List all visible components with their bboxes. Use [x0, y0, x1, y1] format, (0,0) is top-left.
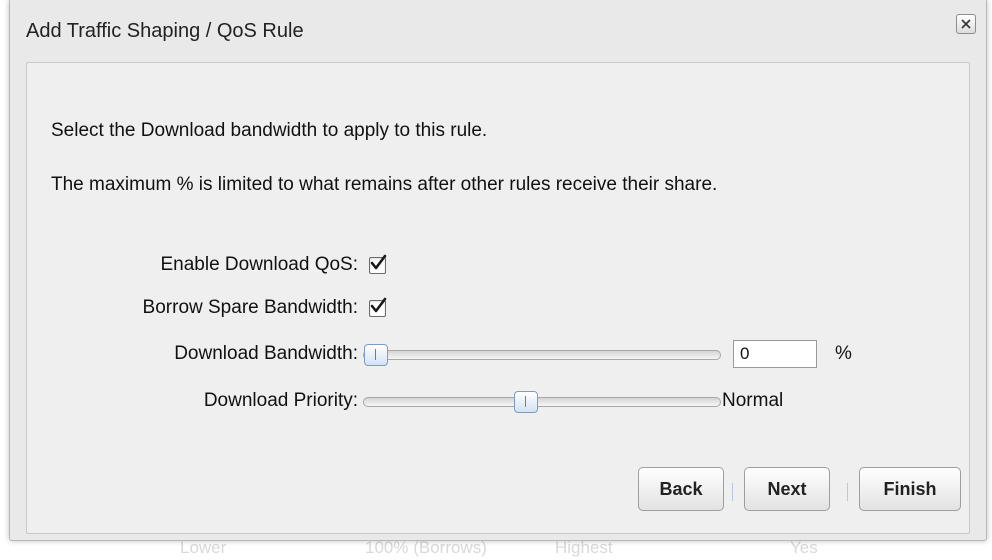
download-bandwidth-slider-handle[interactable]: [364, 344, 388, 366]
background-cell: 100% (Borrows): [365, 538, 487, 557]
limit-note-text: The maximum % is limited to what remains…: [51, 174, 718, 195]
borrow-bandwidth-label: Borrow Spare Bandwidth:: [142, 297, 358, 318]
checkmark-icon: [370, 297, 387, 313]
download-priority-label: Download Priority:: [203, 390, 358, 411]
checkmark-icon: [370, 254, 387, 270]
download-bandwidth-label: Download Bandwidth:: [174, 343, 358, 364]
download-priority-slider-handle[interactable]: [514, 391, 539, 413]
dialog-title: Add Traffic Shaping / QoS Rule: [26, 20, 304, 42]
borrow-bandwidth-checkbox[interactable]: [369, 297, 387, 317]
download-bandwidth-slider[interactable]: [363, 344, 721, 366]
percent-unit: %: [835, 343, 852, 364]
background-cell: Lower: [180, 538, 227, 557]
priority-value-text: Normal: [722, 390, 784, 411]
back-button[interactable]: Back: [638, 467, 724, 511]
background-table-row: Lower 100% (Borrows) Highest Yes: [0, 538, 992, 560]
dialog-titlebar: Add Traffic Shaping / QoS Rule: [10, 0, 986, 62]
background-cell: Highest: [555, 538, 613, 557]
close-button[interactable]: [956, 14, 976, 34]
finish-button[interactable]: Finish: [859, 467, 961, 511]
button-separator: [732, 483, 733, 501]
download-bandwidth-input[interactable]: [733, 340, 817, 368]
instruction-text: Select the Download bandwidth to apply t…: [51, 120, 488, 141]
enable-qos-label: Enable Download QoS:: [160, 254, 358, 275]
qos-rule-dialog: Add Traffic Shaping / QoS Rule Select th…: [9, 0, 987, 541]
enable-qos-checkbox[interactable]: [369, 254, 387, 274]
background-cell: Yes: [790, 538, 818, 557]
download-priority-slider[interactable]: [363, 391, 721, 413]
dialog-content: Select the Download bandwidth to apply t…: [26, 62, 970, 534]
next-button[interactable]: Next: [744, 467, 830, 511]
close-x-icon: [961, 19, 971, 29]
button-separator: [847, 483, 848, 501]
